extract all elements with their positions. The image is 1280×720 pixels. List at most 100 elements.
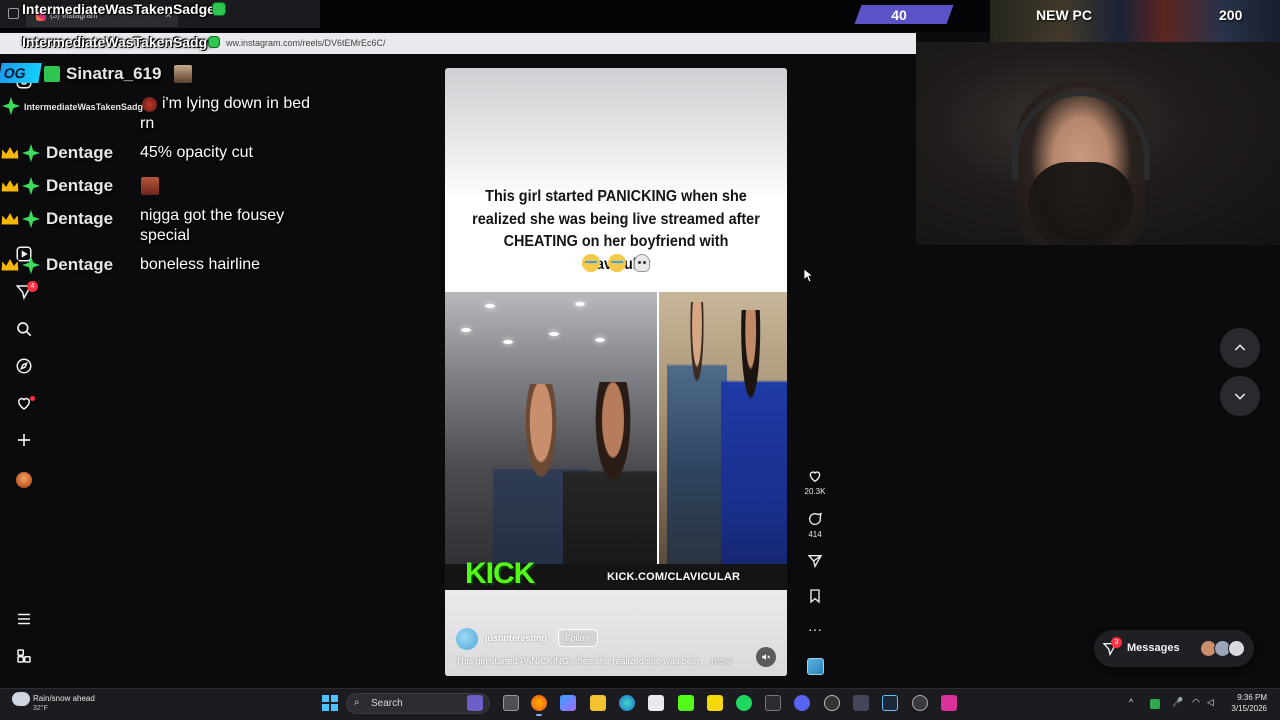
- chat-message-text: boneless hairline: [140, 256, 261, 273]
- chat-username: Sinatra_619: [66, 64, 162, 83]
- tray-overflow-icon[interactable]: ^: [1129, 697, 1133, 707]
- search-label: Search: [371, 698, 403, 709]
- sparkle-badge-icon: [22, 210, 40, 228]
- volume-icon[interactable]: ◁: [1207, 697, 1214, 708]
- sparkle-badge-icon: [22, 256, 40, 274]
- sparkle-badge-icon: [22, 177, 40, 195]
- explore-icon[interactable]: [14, 356, 34, 376]
- goal-value: 200: [1219, 7, 1243, 23]
- like-button[interactable]: 20.3K: [803, 468, 827, 496]
- more-options-button[interactable]: ···: [803, 622, 827, 636]
- author-avatar[interactable]: [456, 628, 478, 650]
- spotify-app-icon[interactable]: [736, 695, 752, 711]
- weather-title[interactable]: Rain/snow ahead: [33, 694, 95, 703]
- url-text[interactable]: ww.instagram.com/reels/DV6tEMrEc6C/: [226, 38, 386, 48]
- next-reel-button[interactable]: [1220, 376, 1260, 416]
- copilot-app-icon[interactable]: [560, 695, 576, 711]
- send-icon: [807, 555, 823, 569]
- audio-thumbnail[interactable]: [807, 658, 824, 675]
- edge-app-icon[interactable]: [619, 695, 635, 711]
- comment-icon: [809, 512, 822, 525]
- reel-photo-bus: [445, 292, 657, 588]
- search-icon[interactable]: [14, 319, 34, 339]
- author-name[interactable]: justinteresting: [485, 633, 547, 643]
- crown-badge-icon: [0, 257, 20, 272]
- app-icon[interactable]: [824, 695, 840, 711]
- crown-badge-icon: [0, 178, 20, 193]
- chevron-up-icon: [1234, 344, 1246, 351]
- profile-avatar[interactable]: [16, 472, 32, 488]
- more-icon: ···: [808, 621, 822, 637]
- previous-reel-button[interactable]: [1220, 328, 1260, 368]
- start-button[interactable]: [322, 695, 338, 711]
- weather-temp: 32°F: [33, 705, 48, 712]
- comment-button[interactable]: 414: [803, 511, 827, 539]
- save-button[interactable]: [803, 588, 827, 604]
- messages-label: Messages: [1127, 642, 1180, 654]
- task-view-icon[interactable]: [503, 695, 519, 711]
- copilot-app-icon[interactable]: [467, 695, 483, 711]
- notes-app-icon[interactable]: [707, 695, 723, 711]
- search-icon: ⌕: [354, 697, 360, 708]
- reel-photo-prom: [659, 292, 787, 588]
- app-icon[interactable]: [765, 695, 781, 711]
- photo-person: [563, 382, 657, 588]
- webcam-feed: [916, 42, 1280, 245]
- kick-url: KICK.COM/CLAVICULAR: [607, 571, 741, 583]
- threads-icon[interactable]: [14, 646, 34, 666]
- photo-person: [721, 310, 787, 588]
- chat-username: Dentage: [46, 176, 114, 195]
- chevron-down-icon: [1234, 393, 1246, 400]
- like-count: 20.3K: [804, 487, 826, 496]
- create-icon[interactable]: [14, 430, 34, 450]
- sparkle-badge-icon: [2, 97, 20, 115]
- sub-counter-value: 40: [891, 7, 907, 23]
- notification-badge: 4: [27, 281, 38, 292]
- file-explorer-icon[interactable]: [590, 695, 606, 711]
- chat-username: Dentage: [46, 143, 114, 162]
- tray-app-icon[interactable]: [1150, 699, 1160, 709]
- speaker-muted-icon: [762, 654, 771, 660]
- steam-app-icon[interactable]: [882, 695, 898, 711]
- mute-button[interactable]: [756, 647, 776, 667]
- crown-badge-icon: [0, 211, 20, 226]
- chat-message-text: nigga got the fousey special: [140, 207, 285, 244]
- goal-label: NEW PC: [1036, 7, 1092, 23]
- windows-taskbar: [0, 688, 1280, 720]
- caption-more-link[interactable]: more: [711, 656, 732, 666]
- wifi-icon[interactable]: ◠: [1192, 697, 1200, 708]
- window-icon: [8, 8, 19, 19]
- bookmark-icon: [810, 589, 820, 604]
- photo-person: [667, 302, 727, 582]
- messages-badge: 3: [1111, 637, 1122, 648]
- caption-text: This girl started PANICKING when she rea…: [456, 656, 709, 666]
- follow-button[interactable]: Follow: [558, 629, 599, 647]
- reel-caption: This girl started PANICKING when she rea…: [456, 656, 732, 666]
- skull-emoji-icon: [634, 254, 651, 272]
- app-icon[interactable]: [912, 695, 928, 711]
- microphone-icon[interactable]: 🎤: [1172, 697, 1183, 708]
- og-badge: OG: [0, 63, 42, 83]
- chat-username: IntermediateWasTakenSadg: [24, 102, 144, 112]
- discord-app-icon[interactable]: [794, 695, 810, 711]
- reel-video[interactable]: This girl started PANICKING when she rea…: [445, 68, 787, 676]
- weather-icon[interactable]: [12, 692, 30, 706]
- share-button[interactable]: [803, 553, 827, 569]
- menu-icon[interactable]: [14, 609, 34, 629]
- message-avatar: [1228, 640, 1245, 657]
- crying-emoji-icon: [608, 254, 626, 272]
- kick-app-icon[interactable]: [678, 695, 694, 711]
- clock-time[interactable]: 9:36 PM: [1223, 693, 1267, 702]
- chat-username: Dentage: [46, 209, 114, 228]
- chat-username: Dentage: [46, 255, 114, 274]
- chat-emote: [174, 65, 192, 83]
- reel-emojis: [445, 254, 787, 272]
- app-icon[interactable]: [853, 695, 869, 711]
- clock-date[interactable]: 3/15/2026: [1223, 704, 1267, 713]
- store-app-icon[interactable]: [648, 695, 664, 711]
- pepe-emote-icon: [212, 2, 226, 16]
- app-icon[interactable]: [941, 695, 957, 711]
- pepe-emote-icon: [208, 36, 220, 48]
- firefox-app-icon[interactable]: [531, 695, 547, 711]
- activity-dot: [30, 396, 35, 401]
